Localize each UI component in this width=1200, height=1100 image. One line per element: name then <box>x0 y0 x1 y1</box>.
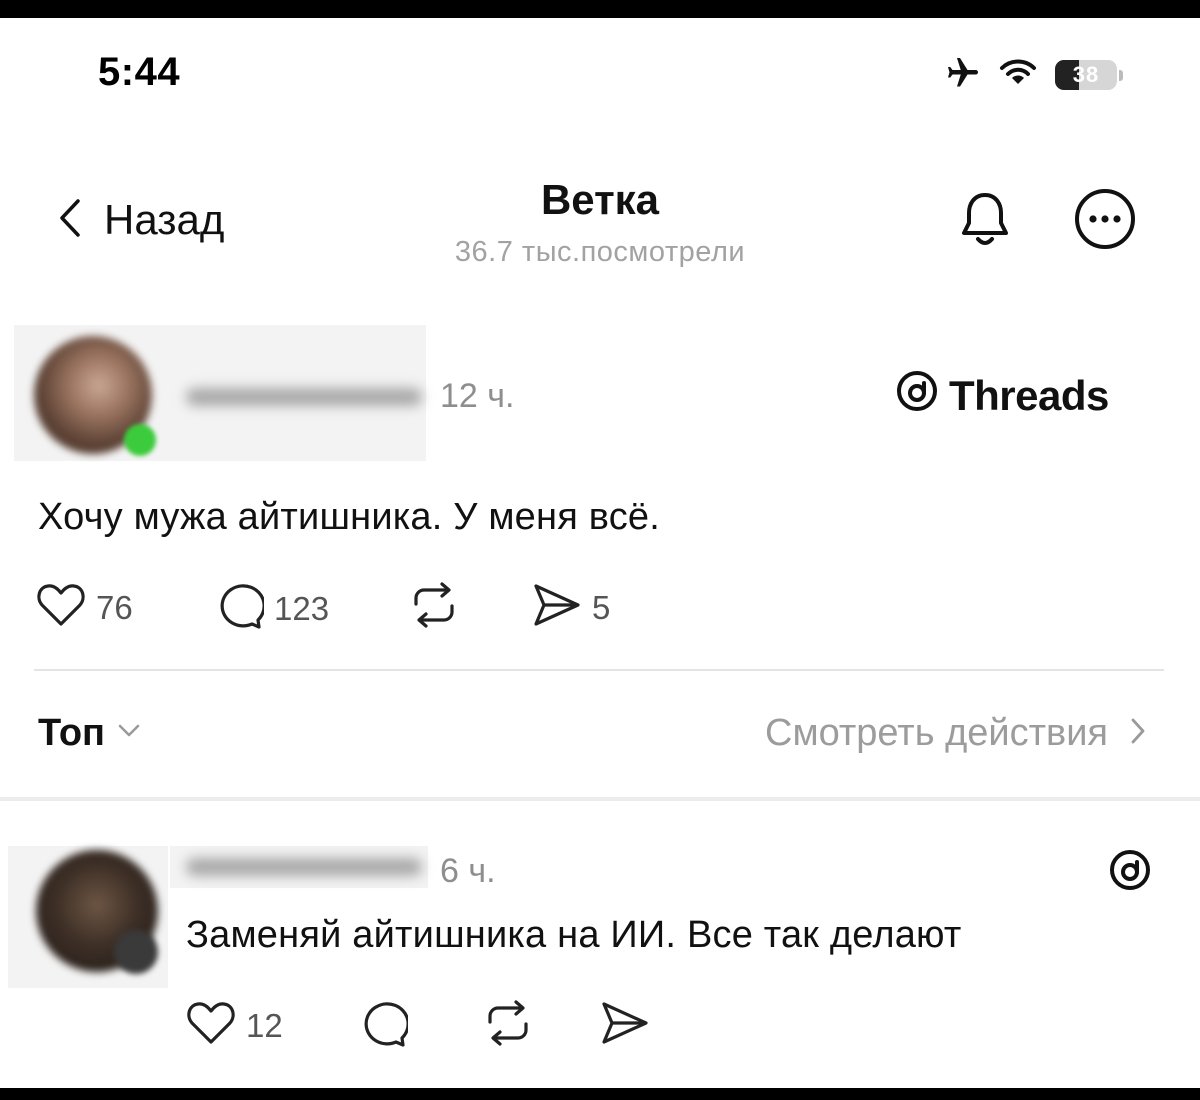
airplane-icon <box>945 55 981 96</box>
send-icon <box>532 582 582 633</box>
post-username[interactable] <box>186 388 422 406</box>
repost-button[interactable] <box>408 582 460 633</box>
threads-label: Threads <box>949 372 1109 419</box>
chevron-right-icon <box>1130 717 1146 750</box>
screen-bottom-edge <box>0 1088 1200 1100</box>
wifi-icon <box>999 58 1037 93</box>
threads-logo-icon <box>895 369 939 423</box>
threads-badge: Threads <box>895 368 1109 424</box>
reply-like-button[interactable]: 12 <box>186 1000 283 1051</box>
battery-icon: 38 <box>1055 60 1117 90</box>
share-button[interactable]: 5 <box>532 582 610 633</box>
sort-label: Топ <box>38 712 105 754</box>
comment-button[interactable]: 123 <box>214 582 329 635</box>
view-count: 36.7 тыс.посмотрели <box>454 236 746 268</box>
section-divider <box>0 797 1200 801</box>
share-count: 5 <box>592 588 611 626</box>
repost-icon <box>482 1000 534 1051</box>
reply-like-count: 12 <box>246 1006 283 1044</box>
comment-count: 123 <box>274 589 330 627</box>
chevron-left-icon <box>58 197 82 244</box>
status-time: 5:44 <box>98 50 181 94</box>
sort-select[interactable]: Топ <box>38 712 141 755</box>
chevron-down-icon <box>117 723 141 744</box>
repost-icon <box>408 582 460 633</box>
heart-icon <box>186 1000 236 1051</box>
divider <box>34 669 1164 671</box>
notifications-button[interactable] <box>950 186 1020 256</box>
reply-comment-button[interactable] <box>358 1000 410 1053</box>
reply-avatar-badge <box>114 930 158 974</box>
like-button[interactable]: 76 <box>36 582 133 633</box>
back-button[interactable]: Назад <box>58 190 224 250</box>
more-options-button[interactable] <box>1070 186 1140 256</box>
threads-logo-icon <box>1108 848 1152 897</box>
post-time: 12 ч. <box>440 377 515 415</box>
status-icons: 38 <box>945 55 1123 95</box>
view-activity-link[interactable]: Смотреть действия <box>765 712 1146 755</box>
more-icon <box>1074 188 1136 255</box>
comment-icon <box>358 1000 410 1053</box>
reply-time: 6 ч. <box>440 852 496 890</box>
bell-icon <box>959 189 1011 254</box>
reply-share-button[interactable] <box>600 1000 650 1051</box>
back-label: Назад <box>104 196 225 243</box>
comment-icon <box>214 582 266 635</box>
post-text: Хочу мужа айтишника. У меня всё. <box>38 496 660 538</box>
reply-repost-button[interactable] <box>482 1000 534 1051</box>
battery-nub <box>1119 69 1123 81</box>
like-count: 76 <box>96 588 133 626</box>
view-activity-label: Смотреть действия <box>765 712 1108 754</box>
send-icon <box>600 1000 650 1051</box>
online-indicator <box>124 424 156 456</box>
page-title: Ветка <box>540 176 660 223</box>
reply-username[interactable] <box>186 858 422 876</box>
battery-percent: 38 <box>1072 62 1100 87</box>
heart-icon <box>36 582 86 633</box>
reply-text: Заменяй айтишника на ИИ. Все так делают <box>186 914 962 956</box>
